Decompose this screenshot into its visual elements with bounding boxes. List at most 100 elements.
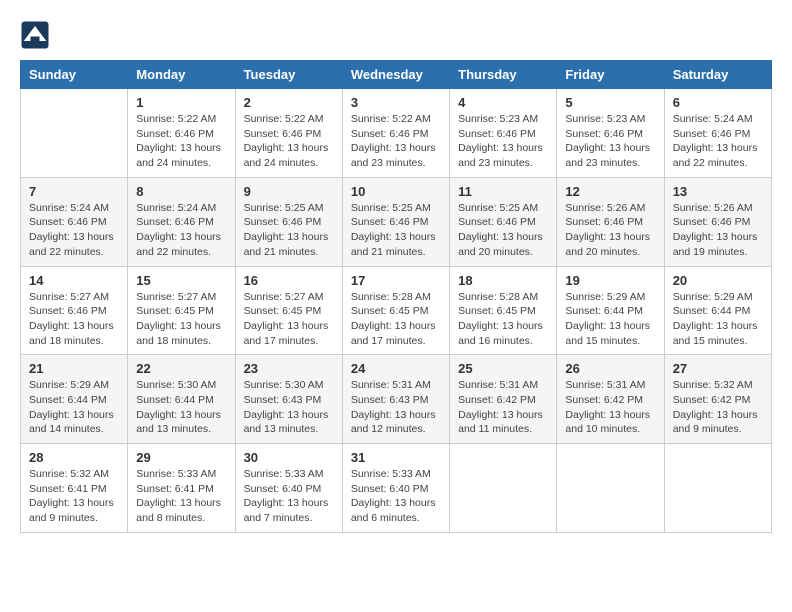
calendar-cell: 11 Sunrise: 5:25 AM Sunset: 6:46 PM Dayli… (450, 177, 557, 266)
calendar-week-row: 28 Sunrise: 5:32 AM Sunset: 6:41 PM Dayli… (21, 444, 772, 533)
calendar-cell: 25 Sunrise: 5:31 AM Sunset: 6:42 PM Dayli… (450, 355, 557, 444)
day-number: 26 (565, 361, 655, 376)
calendar-cell: 2 Sunrise: 5:22 AM Sunset: 6:46 PM Daylig… (235, 89, 342, 178)
day-info: Sunrise: 5:29 AM Sunset: 6:44 PM Dayligh… (565, 290, 655, 349)
day-number: 21 (29, 361, 119, 376)
day-number: 11 (458, 184, 548, 199)
day-number: 14 (29, 273, 119, 288)
calendar-cell: 7 Sunrise: 5:24 AM Sunset: 6:46 PM Daylig… (21, 177, 128, 266)
calendar-cell: 3 Sunrise: 5:22 AM Sunset: 6:46 PM Daylig… (342, 89, 449, 178)
day-number: 28 (29, 450, 119, 465)
day-info: Sunrise: 5:25 AM Sunset: 6:46 PM Dayligh… (244, 201, 334, 260)
day-number: 15 (136, 273, 226, 288)
calendar-cell: 4Sunrise: 5:23 AM Sunset: 6:46 PM Daylig… (450, 89, 557, 178)
day-number: 19 (565, 273, 655, 288)
day-info: Sunrise: 5:31 AM Sunset: 6:43 PM Dayligh… (351, 378, 441, 437)
weekday-header-tuesday: Tuesday (235, 61, 342, 89)
day-number: 3 (351, 95, 441, 110)
calendar-cell (450, 444, 557, 533)
day-info: Sunrise: 5:27 AM Sunset: 6:45 PM Dayligh… (136, 290, 226, 349)
day-number: 13 (673, 184, 763, 199)
weekday-header-wednesday: Wednesday (342, 61, 449, 89)
calendar-cell: 21 Sunrise: 5:29 AM Sunset: 6:44 PM Dayli… (21, 355, 128, 444)
calendar-cell: 26 Sunrise: 5:31 AM Sunset: 6:42 PM Dayli… (557, 355, 664, 444)
calendar-cell: 22 Sunrise: 5:30 AM Sunset: 6:44 PM Dayli… (128, 355, 235, 444)
calendar-week-row: 1 Sunrise: 5:22 AM Sunset: 6:46 PM Daylig… (21, 89, 772, 178)
day-info: Sunrise: 5:24 AM Sunset: 6:46 PM Dayligh… (136, 201, 226, 260)
day-number: 9 (244, 184, 334, 199)
day-info: Sunrise: 5:24 AM Sunset: 6:46 PM Dayligh… (673, 112, 763, 171)
calendar-cell (21, 89, 128, 178)
day-number: 1 (136, 95, 226, 110)
day-info: Sunrise: 5:22 AM Sunset: 6:46 PM Dayligh… (136, 112, 226, 171)
day-info: Sunrise: 5:31 AM Sunset: 6:42 PM Dayligh… (458, 378, 548, 437)
day-info: Sunrise: 5:32 AM Sunset: 6:42 PM Dayligh… (673, 378, 763, 437)
day-number: 2 (244, 95, 334, 110)
calendar-cell: 19 Sunrise: 5:29 AM Sunset: 6:44 PM Dayli… (557, 266, 664, 355)
calendar-cell: 8 Sunrise: 5:24 AM Sunset: 6:46 PM Daylig… (128, 177, 235, 266)
calendar-cell: 9 Sunrise: 5:25 AM Sunset: 6:46 PM Daylig… (235, 177, 342, 266)
calendar-cell: 14Sunrise: 5:27 AM Sunset: 6:46 PM Dayli… (21, 266, 128, 355)
calendar-cell: 18 Sunrise: 5:28 AM Sunset: 6:45 PM Dayli… (450, 266, 557, 355)
day-info: Sunrise: 5:22 AM Sunset: 6:46 PM Dayligh… (244, 112, 334, 171)
day-info: Sunrise: 5:25 AM Sunset: 6:46 PM Dayligh… (351, 201, 441, 260)
calendar-cell: 16 Sunrise: 5:27 AM Sunset: 6:45 PM Dayli… (235, 266, 342, 355)
day-info: Sunrise: 5:25 AM Sunset: 6:46 PM Dayligh… (458, 201, 548, 260)
day-number: 5 (565, 95, 655, 110)
calendar-cell: 20 Sunrise: 5:29 AM Sunset: 6:44 PM Dayli… (664, 266, 771, 355)
calendar-cell: 10Sunrise: 5:25 AM Sunset: 6:46 PM Dayli… (342, 177, 449, 266)
day-info: Sunrise: 5:29 AM Sunset: 6:44 PM Dayligh… (29, 378, 119, 437)
day-number: 8 (136, 184, 226, 199)
calendar-week-row: 7 Sunrise: 5:24 AM Sunset: 6:46 PM Daylig… (21, 177, 772, 266)
day-info: Sunrise: 5:26 AM Sunset: 6:46 PM Dayligh… (565, 201, 655, 260)
calendar-cell: 1 Sunrise: 5:22 AM Sunset: 6:46 PM Daylig… (128, 89, 235, 178)
calendar-cell (557, 444, 664, 533)
day-number: 22 (136, 361, 226, 376)
calendar-cell: 6Sunrise: 5:24 AM Sunset: 6:46 PM Daylig… (664, 89, 771, 178)
calendar-cell: 12 Sunrise: 5:26 AM Sunset: 6:46 PM Dayli… (557, 177, 664, 266)
day-info: Sunrise: 5:30 AM Sunset: 6:44 PM Dayligh… (136, 378, 226, 437)
calendar-cell: 17 Sunrise: 5:28 AM Sunset: 6:45 PM Dayli… (342, 266, 449, 355)
day-info: Sunrise: 5:24 AM Sunset: 6:46 PM Dayligh… (29, 201, 119, 260)
day-info: Sunrise: 5:29 AM Sunset: 6:44 PM Dayligh… (673, 290, 763, 349)
day-info: Sunrise: 5:28 AM Sunset: 6:45 PM Dayligh… (351, 290, 441, 349)
day-info: Sunrise: 5:26 AM Sunset: 6:46 PM Dayligh… (673, 201, 763, 260)
day-number: 17 (351, 273, 441, 288)
day-number: 12 (565, 184, 655, 199)
day-info: Sunrise: 5:33 AM Sunset: 6:41 PM Dayligh… (136, 467, 226, 526)
day-info: Sunrise: 5:27 AM Sunset: 6:45 PM Dayligh… (244, 290, 334, 349)
day-number: 18 (458, 273, 548, 288)
day-info: Sunrise: 5:32 AM Sunset: 6:41 PM Dayligh… (29, 467, 119, 526)
day-number: 31 (351, 450, 441, 465)
calendar-table: SundayMondayTuesdayWednesdayThursdayFrid… (20, 60, 772, 533)
calendar-cell: 28 Sunrise: 5:32 AM Sunset: 6:41 PM Dayli… (21, 444, 128, 533)
day-number: 24 (351, 361, 441, 376)
calendar-cell: 31 Sunrise: 5:33 AM Sunset: 6:40 PM Dayli… (342, 444, 449, 533)
calendar-cell (664, 444, 771, 533)
calendar-cell: 27 Sunrise: 5:32 AM Sunset: 6:42 PM Dayli… (664, 355, 771, 444)
day-info: Sunrise: 5:23 AM Sunset: 6:46 PM Dayligh… (565, 112, 655, 171)
day-info: Sunrise: 5:22 AM Sunset: 6:46 PM Dayligh… (351, 112, 441, 171)
day-info: Sunrise: 5:33 AM Sunset: 6:40 PM Dayligh… (351, 467, 441, 526)
calendar-cell: 30Sunrise: 5:33 AM Sunset: 6:40 PM Dayli… (235, 444, 342, 533)
day-number: 20 (673, 273, 763, 288)
calendar-cell: 5 Sunrise: 5:23 AM Sunset: 6:46 PM Daylig… (557, 89, 664, 178)
day-number: 25 (458, 361, 548, 376)
calendar-cell: 24 Sunrise: 5:31 AM Sunset: 6:43 PM Dayli… (342, 355, 449, 444)
calendar-week-row: 14Sunrise: 5:27 AM Sunset: 6:46 PM Dayli… (21, 266, 772, 355)
day-number: 7 (29, 184, 119, 199)
day-info: Sunrise: 5:28 AM Sunset: 6:45 PM Dayligh… (458, 290, 548, 349)
calendar-cell: 13 Sunrise: 5:26 AM Sunset: 6:46 PM Dayli… (664, 177, 771, 266)
day-info: Sunrise: 5:31 AM Sunset: 6:42 PM Dayligh… (565, 378, 655, 437)
page-header (20, 20, 772, 50)
day-number: 4 (458, 95, 548, 110)
day-info: Sunrise: 5:30 AM Sunset: 6:43 PM Dayligh… (244, 378, 334, 437)
day-number: 16 (244, 273, 334, 288)
weekday-header-saturday: Saturday (664, 61, 771, 89)
logo (20, 20, 54, 50)
calendar-cell: 23Sunrise: 5:30 AM Sunset: 6:43 PM Dayli… (235, 355, 342, 444)
day-number: 30 (244, 450, 334, 465)
calendar-cell: 29Sunrise: 5:33 AM Sunset: 6:41 PM Dayli… (128, 444, 235, 533)
day-number: 27 (673, 361, 763, 376)
calendar-week-row: 21 Sunrise: 5:29 AM Sunset: 6:44 PM Dayli… (21, 355, 772, 444)
